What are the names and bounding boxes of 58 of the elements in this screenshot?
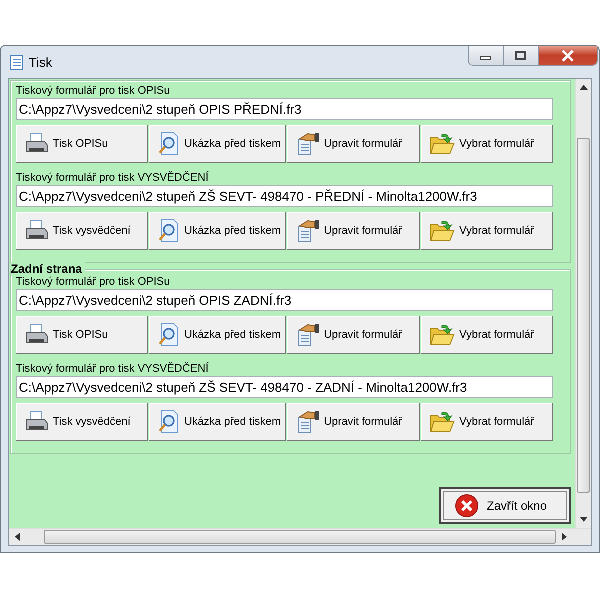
- form-button[interactable]: Vybrat formulář: [420, 212, 553, 250]
- edit-form-icon: [296, 132, 320, 156]
- minimize-button[interactable]: [469, 46, 504, 65]
- close-window-button[interactable]: Zavřít okno: [439, 487, 571, 524]
- form-button[interactable]: Ukázka před tiskem: [149, 316, 286, 354]
- form-button[interactable]: Tisk OPISu: [16, 125, 148, 163]
- path-field[interactable]: C:\Appz7\Vysvedceni\2 stupeň ZŠ SEVT- 498470 - ZADNÍ - Minolta1200W.fr3: [16, 376, 553, 398]
- form-button[interactable]: Tisk OPISu: [16, 316, 148, 354]
- folder-arrow-icon: [430, 132, 456, 156]
- maximize-icon: [515, 50, 527, 60]
- field-label: Tiskový formulář pro tisk VYSVĚDČENÍ: [16, 362, 210, 376]
- maximize-button[interactable]: [504, 46, 539, 65]
- form-button[interactable]: Upravit formulář: [287, 403, 420, 441]
- form-button[interactable]: Tisk vysvědčení: [16, 403, 148, 441]
- close-icon: [561, 50, 575, 62]
- scroll-right-icon[interactable]: [562, 533, 567, 541]
- close-icon: [455, 494, 479, 518]
- field-label: Tiskový formulář pro tisk OPISu: [16, 84, 172, 98]
- path-field[interactable]: C:\Appz7\Vysvedceni\2 stupeň OPIS PŘEDNÍ.fr3: [16, 98, 553, 120]
- path-field[interactable]: C:\Appz7\Vysvedceni\2 stupeň OPIS ZADNÍ.fr3: [16, 289, 553, 311]
- form-button[interactable]: Tisk vysvědčení: [16, 212, 148, 250]
- form-button[interactable]: Upravit formulář: [287, 125, 420, 163]
- magnifier-page-icon: [158, 132, 180, 156]
- field-label: Tiskový formulář pro tisk OPISu: [16, 275, 172, 289]
- horizontal-scrollbar[interactable]: [9, 528, 591, 545]
- edit-form-icon: [296, 410, 320, 434]
- scroll-left-icon[interactable]: [15, 533, 20, 541]
- folder-arrow-icon: [430, 410, 456, 434]
- folder-arrow-icon: [430, 219, 456, 243]
- path-field[interactable]: C:\Appz7\Vysvedceni\2 stupeň ZŠ SEVT- 498470 - PŘEDNÍ - Minolta1200W.fr3: [16, 185, 553, 207]
- vertical-scrollbar[interactable]: [575, 79, 591, 528]
- form-button[interactable]: Ukázka před tiskem: [149, 403, 286, 441]
- window-title: Tisk: [29, 55, 52, 70]
- printer-icon: [25, 133, 49, 155]
- printer-icon: [25, 220, 49, 242]
- scroll-thumb[interactable]: [577, 138, 590, 493]
- scroll-up-icon[interactable]: [580, 85, 588, 90]
- edit-form-icon: [296, 219, 320, 243]
- group-title: Zadní strana: [11, 262, 86, 276]
- field-label: Tiskový formulář pro tisk VYSVĚDČENÍ: [16, 171, 210, 185]
- edit-form-icon: [296, 323, 320, 347]
- form-button[interactable]: Vybrat formulář: [420, 125, 553, 163]
- folder-arrow-icon: [430, 323, 456, 347]
- scroll-thumb[interactable]: [44, 530, 556, 544]
- form-button[interactable]: Vybrat formulář: [420, 403, 553, 441]
- magnifier-page-icon: [158, 410, 180, 434]
- printer-icon: [25, 324, 49, 346]
- form-button[interactable]: Upravit formulář: [287, 316, 420, 354]
- magnifier-page-icon: [158, 323, 180, 347]
- printer-icon: [25, 411, 49, 433]
- form-button[interactable]: Ukázka před tiskem: [149, 125, 286, 163]
- form-button[interactable]: Vybrat formulář: [420, 316, 553, 354]
- form-button[interactable]: Ukázka před tiskem: [149, 212, 286, 250]
- close-button[interactable]: [539, 46, 597, 65]
- form-button[interactable]: Upravit formulář: [287, 212, 420, 250]
- scroll-down-icon[interactable]: [580, 517, 588, 522]
- magnifier-page-icon: [158, 219, 180, 243]
- document-icon: [10, 55, 24, 71]
